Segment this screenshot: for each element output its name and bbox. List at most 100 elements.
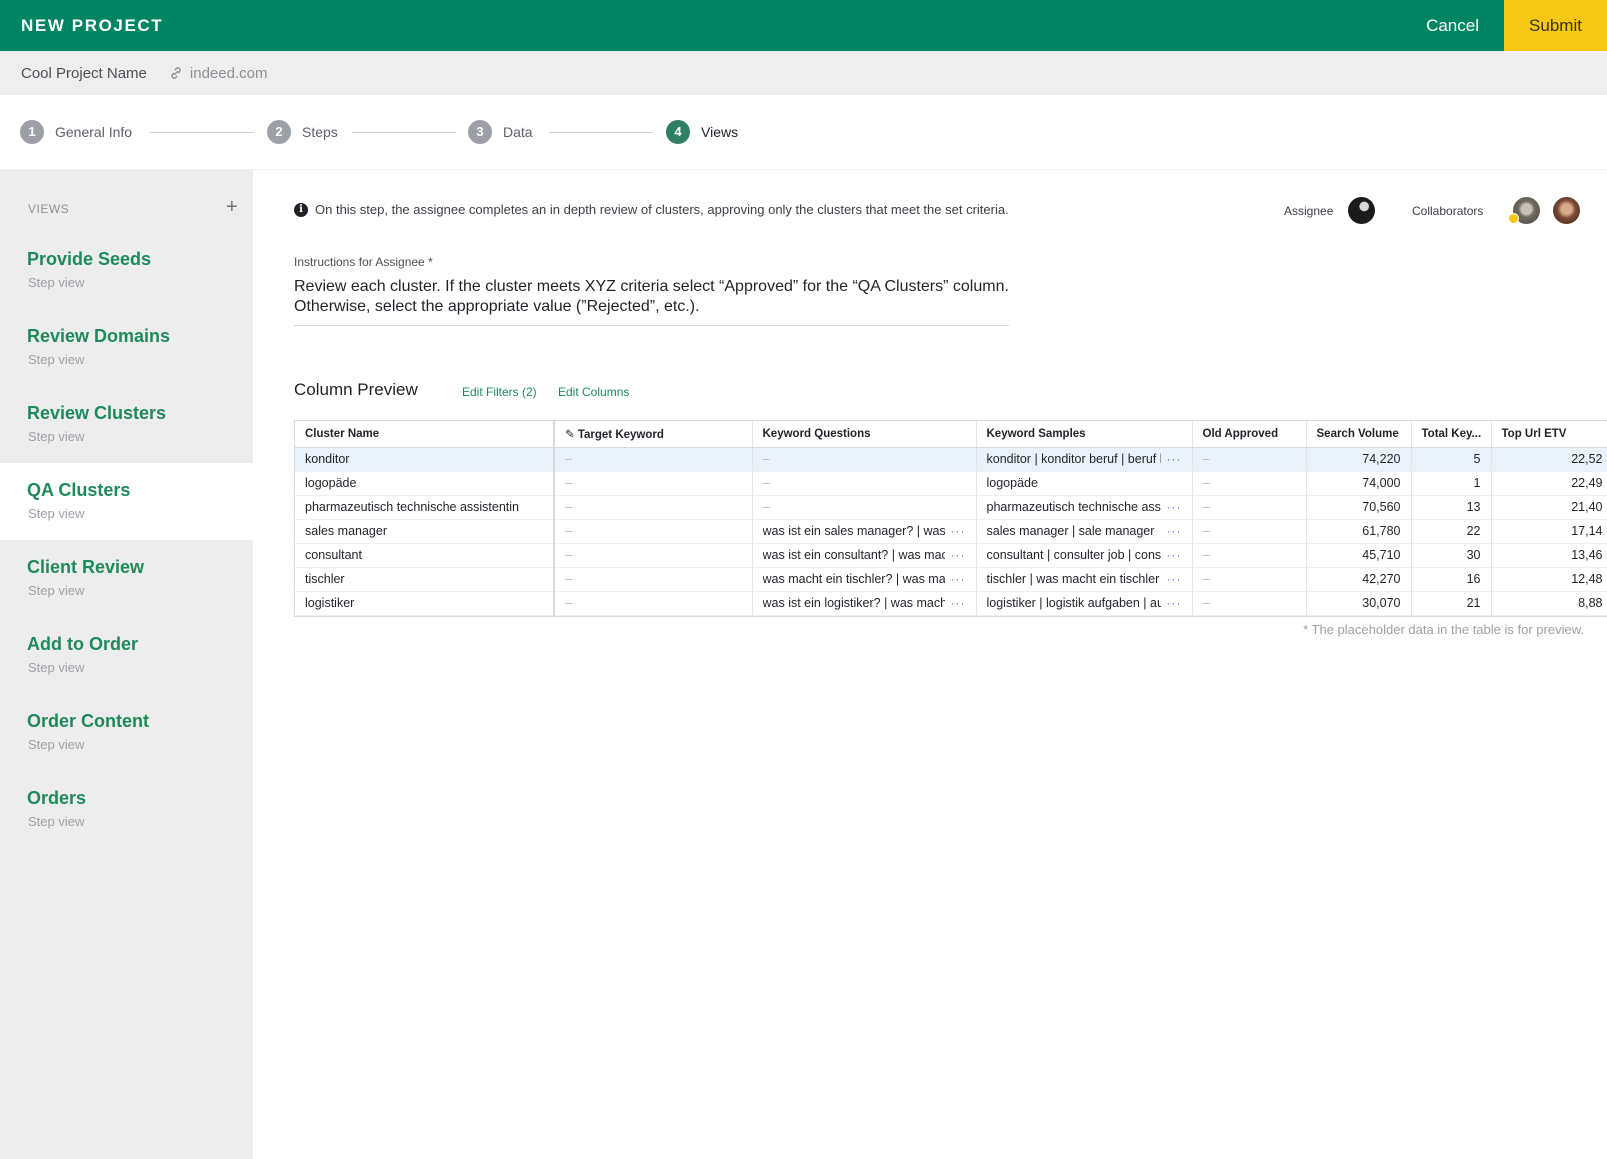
cell-total-keywords: 1 [1411,471,1492,496]
cell-keyword-questions: was macht ein tischler? | was macht ··· [752,567,977,592]
table-row[interactable]: logopäde – – logopäde – 74,000 1 22,49 [295,471,1607,496]
cell-target-keyword[interactable]: – [554,591,753,616]
table-row[interactable]: consultant – was ist ein consultant? | w… [295,543,1607,568]
table-footnote: * The placeholder data in the table is f… [1303,622,1584,637]
cell-text: tischler | was macht ein tischler [986,572,1160,586]
more-icon[interactable]: ··· [1167,452,1182,466]
cell-search-volume: 30,070 [1306,591,1412,616]
sidebar-item-provide-seeds[interactable]: Provide Seeds Step view [0,232,253,309]
cell-keyword-samples: pharmazeutisch technische assistentin ··· [976,495,1193,520]
step-label: Views [701,124,739,140]
cell-old-approved: – [1192,447,1307,472]
cell-top-url-etv: 22,49 [1491,471,1607,496]
col-header-target-keyword[interactable]: ✎ Target Keyword [554,421,753,448]
project-bar: Cool Project Name indeed.com [0,51,1607,95]
sidebar-item-orders[interactable]: Orders Step view [0,771,253,848]
cell-target-keyword[interactable]: – [554,471,753,496]
submit-button[interactable]: Submit [1504,0,1607,51]
cell-target-keyword[interactable]: – [554,447,753,472]
step-steps[interactable]: 2 Steps [267,120,338,144]
table-row[interactable]: pharmazeutisch technische assistentin – … [295,495,1607,520]
assignee-avatar[interactable] [1348,197,1375,224]
collaborator-avatar[interactable] [1553,197,1580,224]
cell-cluster-name: logopäde [295,471,555,496]
more-icon[interactable]: ··· [1167,572,1182,586]
add-view-button[interactable]: + [226,197,238,217]
more-icon[interactable]: ··· [1167,500,1182,514]
col-header-top-url-etv[interactable]: Top Url ETV [1491,421,1607,448]
cell-total-keywords: 5 [1411,447,1492,472]
more-icon[interactable]: ··· [951,596,966,610]
table-row[interactable]: konditor – – konditor | konditor beruf |… [295,447,1607,472]
col-header-label: Target Keyword [577,428,664,441]
table-row[interactable]: logistiker – was ist ein logistiker? | w… [295,591,1607,616]
cell-old-approved: – [1192,471,1307,496]
sidebar-item-order-content[interactable]: Order Content Step view [0,694,253,771]
edit-columns-link[interactable]: Edit Columns [558,385,629,399]
step-info-text: On this step, the assignee completes an … [315,202,1009,217]
cell-cluster-name: logistiker [295,591,555,616]
cell-cluster-name: tischler [295,567,555,592]
step-connector [352,132,456,133]
sidebar-item-sublabel: Step view [28,506,85,521]
sidebar-item-label: Add to Order [27,634,138,654]
step-views[interactable]: 4 Views [666,120,738,144]
step-number: 4 [666,120,690,144]
col-header-old-approved[interactable]: Old Approved [1192,421,1307,448]
col-header-keyword-samples[interactable]: Keyword Samples [976,421,1193,448]
more-icon[interactable]: ··· [951,548,966,562]
sidebar-item-review-domains[interactable]: Review Domains Step view [0,309,253,386]
table-row[interactable]: tischler – was macht ein tischler? | was… [295,567,1607,592]
step-number: 3 [468,120,492,144]
edit-filters-link[interactable]: Edit Filters (2) [462,385,537,399]
cell-keyword-questions: – [752,495,977,520]
cell-text: consultant | consulter job | consultant [986,548,1161,562]
cell-total-keywords: 16 [1411,567,1492,592]
step-info: i On this step, the assignee completes a… [294,202,1009,217]
more-icon[interactable]: ··· [1167,524,1182,538]
project-name[interactable]: Cool Project Name [21,65,147,82]
col-header-cluster-name[interactable]: Cluster Name [295,421,555,448]
col-header-search-volume[interactable]: Search Volume [1306,421,1412,448]
cell-top-url-etv: 21,40 [1491,495,1607,520]
cell-target-keyword[interactable]: – [554,519,753,544]
sidebar-item-add-to-order[interactable]: Add to Order Step view [0,617,253,694]
cell-text: was ist ein sales manager? | was macht [762,524,945,538]
link-icon [171,67,181,79]
cell-keyword-questions: – [752,447,977,472]
sidebar-item-review-clusters[interactable]: Review Clusters Step view [0,386,253,463]
instructions-field[interactable]: Review each cluster. If the cluster meet… [294,277,1009,326]
collaborators-label: Collaborators [1412,204,1484,218]
more-icon[interactable]: ··· [951,524,966,538]
more-icon[interactable]: ··· [1167,548,1182,562]
cell-text: konditor | konditor beruf | beruf kondit… [986,452,1161,466]
cell-search-volume: 45,710 [1306,543,1412,568]
cell-total-keywords: 22 [1411,519,1492,544]
cell-target-keyword[interactable]: – [554,495,753,520]
cell-text: sales manager | sale manager [986,524,1155,538]
sidebar-item-qa-clusters[interactable]: QA Clusters Step view [0,463,253,540]
more-icon[interactable]: ··· [1167,596,1182,610]
step-data[interactable]: 3 Data [468,120,533,144]
column-preview-title: Column Preview [294,380,418,399]
cell-target-keyword[interactable]: – [554,543,753,568]
sidebar-item-label: Review Domains [27,326,171,346]
cell-text: was ist ein consultant? | was macht ein [762,548,945,562]
step-general-info[interactable]: 1 General Info [20,120,132,144]
col-header-total-keywords[interactable]: Total Key... [1411,421,1492,448]
sidebar-item-label: Provide Seeds [27,249,152,269]
more-icon[interactable]: ··· [951,572,966,586]
cell-cluster-name: consultant [295,543,555,568]
col-header-keyword-questions[interactable]: Keyword Questions [752,421,977,448]
project-link[interactable]: indeed.com [169,65,267,82]
step-label: General Info [55,124,133,140]
cell-target-keyword[interactable]: – [554,567,753,592]
sidebar-item-label: Review Clusters [27,403,167,423]
cell-text: was macht ein tischler? | was macht [762,572,945,586]
cancel-button[interactable]: Cancel [1426,0,1479,51]
table-header-row: Cluster Name ✎ Target Keyword Keyword Qu… [295,421,1607,448]
sidebar-item-client-review[interactable]: Client Review Step view [0,540,253,617]
step-connector [549,132,653,133]
table-row[interactable]: sales manager – was ist ein sales manage… [295,519,1607,544]
cell-search-volume: 61,780 [1306,519,1412,544]
